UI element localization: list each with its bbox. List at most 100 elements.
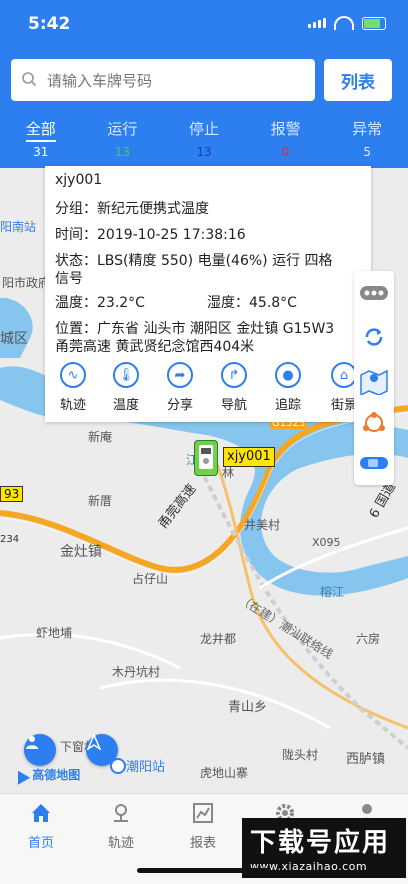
nav-home[interactable]: 首页 xyxy=(6,802,76,851)
tracking-button[interactable]: ● 追踪 xyxy=(263,362,313,413)
state-value: LBS(精度 550) 电量(46%) 运行 四格 xyxy=(97,253,333,269)
tab-count: 13 xyxy=(196,145,212,159)
tab-label: 报警 xyxy=(270,120,301,138)
compass-icon xyxy=(86,734,102,750)
road-shield-93: 93 xyxy=(0,486,24,502)
state-label: 状态： xyxy=(55,253,97,269)
status-bar: 5:42 xyxy=(0,0,408,48)
status-icons xyxy=(308,16,386,30)
group-label: 分组： xyxy=(55,201,97,217)
tab-count: 5 xyxy=(363,145,371,159)
cellular-signal-icon xyxy=(308,18,326,28)
temp-label: 温度： xyxy=(55,295,97,311)
map-label-longjingdu: 龙井都 xyxy=(200,632,237,646)
popup-temp-row: 温度：23.2°C xyxy=(55,292,145,312)
tab-label: 停止 xyxy=(188,120,219,138)
tab-all[interactable]: 全部 31 xyxy=(0,118,82,162)
home-indicator xyxy=(137,868,271,873)
location-label: 位置： xyxy=(55,321,97,337)
track-pin-icon xyxy=(114,804,128,822)
thermometer-icon: 🌡 xyxy=(113,362,139,388)
popup-state-row: 状态：LBS(精度 550) 电量(46%) 运行 四格 xyxy=(55,250,333,270)
map-label-x095: X095 xyxy=(312,536,341,549)
tab-count: 31 xyxy=(33,145,49,159)
refresh-icon xyxy=(365,328,383,346)
map-label-chengqu: 城区 xyxy=(0,331,28,347)
wifi-icon xyxy=(334,16,354,30)
temperature-button[interactable]: 🌡 温度 xyxy=(101,362,151,413)
map-tools xyxy=(354,271,394,485)
popup-location-row: 位置：广东省 汕头市 潮阳区 金灶镇 G15W3 xyxy=(55,318,334,338)
tab-count: 13 xyxy=(114,145,131,159)
navigate-button[interactable]: ↱ 导航 xyxy=(209,362,259,413)
vehicle-marker[interactable] xyxy=(195,441,217,475)
map-label-liufang: 六房 xyxy=(356,632,381,646)
tab-abnormal[interactable]: 异常 5 xyxy=(326,118,408,162)
humidity-value: 45.8°C xyxy=(249,295,297,311)
map-label-muduokeng: 木丹坑村 xyxy=(112,665,161,679)
popup-plate: xjy001 xyxy=(55,172,103,188)
device-icon xyxy=(199,445,213,469)
popup-time-row: 时间：2019-10-25 17:38:16 xyxy=(55,224,246,244)
group-value: 新纪元便携式温度 xyxy=(97,201,209,217)
location-value: 广东省 汕头市 潮阳区 金灶镇 G15W3 xyxy=(97,321,335,337)
share-icon: ➦ xyxy=(167,362,193,388)
tab-label: 运行 xyxy=(107,120,138,138)
map-label-xinan: 新庵 xyxy=(88,430,113,444)
report-icon xyxy=(193,803,213,823)
tab-alarm[interactable]: 报警 0 xyxy=(245,118,327,162)
map-label-chaoyang: 潮阳站 xyxy=(126,760,166,775)
traffic-button[interactable] xyxy=(356,445,392,481)
nearby-button[interactable] xyxy=(356,405,392,441)
map-label-qingshan: 青山乡 xyxy=(228,700,268,715)
user-location-icon xyxy=(26,736,38,749)
nav-report[interactable]: 报表 xyxy=(168,802,238,851)
app-header: 5:42 列表 全部 31 运行 13 停止 13 报警 xyxy=(0,0,408,168)
action-label: 轨迹 xyxy=(59,398,86,413)
amap-arrow-icon xyxy=(11,766,31,785)
list-button[interactable]: 列表 xyxy=(324,59,392,101)
map-label-jingmei: 井美村 xyxy=(244,518,281,532)
map-label-nanzhan: 阳南站 xyxy=(0,220,37,234)
tab-running[interactable]: 运行 13 xyxy=(82,118,164,162)
map-layer-button[interactable] xyxy=(356,363,392,399)
road-shield-234: 234 xyxy=(0,534,20,545)
popup-actions: ∿ 轨迹 🌡 温度 ➦ 分享 ↱ 导航 ● 追踪 ⌂ 街景 xyxy=(45,362,371,418)
vehicle-plate-tag: xjy001 xyxy=(223,447,275,467)
more-button[interactable] xyxy=(356,275,392,311)
map-label-zhengfu: 阳市政府 xyxy=(2,276,51,290)
action-label: 分享 xyxy=(166,398,193,413)
search-input[interactable] xyxy=(45,59,311,103)
nav-label: 报表 xyxy=(189,836,216,851)
amap-logo: 高德地图 xyxy=(11,766,81,785)
humidity-label: 湿度： xyxy=(207,295,249,311)
popup-location-cont: 甬莞高速 黄武贤纪念馆西404米 xyxy=(55,339,255,355)
map-label-xinxu: 新厝 xyxy=(88,494,113,508)
nearby-icon xyxy=(363,412,385,432)
action-label: 追踪 xyxy=(274,398,301,413)
search-box[interactable] xyxy=(11,59,315,103)
map-layer-icon xyxy=(360,369,388,395)
popup-state-cont: 信号 xyxy=(55,271,83,287)
more-icon xyxy=(360,286,388,300)
watermark-title: 下载号应用 xyxy=(250,828,391,858)
map-label-longtou: 陇头村 xyxy=(282,748,319,762)
time-value: 2019-10-25 17:38:16 xyxy=(97,227,246,243)
car-icon xyxy=(360,457,388,469)
share-button[interactable]: ➦ 分享 xyxy=(155,362,205,413)
tab-stopped[interactable]: 停止 13 xyxy=(163,118,245,162)
tab-label: 全部 xyxy=(25,120,56,138)
refresh-button[interactable] xyxy=(356,319,392,355)
nav-label: 首页 xyxy=(27,836,54,851)
action-label: 导航 xyxy=(220,398,247,413)
temp-value: 23.2°C xyxy=(97,295,145,311)
map-label-xilu: 西胪镇 xyxy=(346,752,386,767)
popup-group-row: 分组：新纪元便携式温度 xyxy=(55,198,209,218)
track-button[interactable]: ∿ 轨迹 xyxy=(48,362,98,413)
tab-count: 0 xyxy=(281,145,290,159)
map-attribution: 高德地图 xyxy=(32,768,81,782)
nav-track[interactable]: 轨迹 xyxy=(86,802,156,851)
locate-me-button[interactable] xyxy=(24,734,56,766)
track-icon: ∿ xyxy=(60,362,86,388)
vehicle-info-popup: xjy001 分组：新纪元便携式温度 时间：2019-10-25 17:38:1… xyxy=(45,166,371,422)
